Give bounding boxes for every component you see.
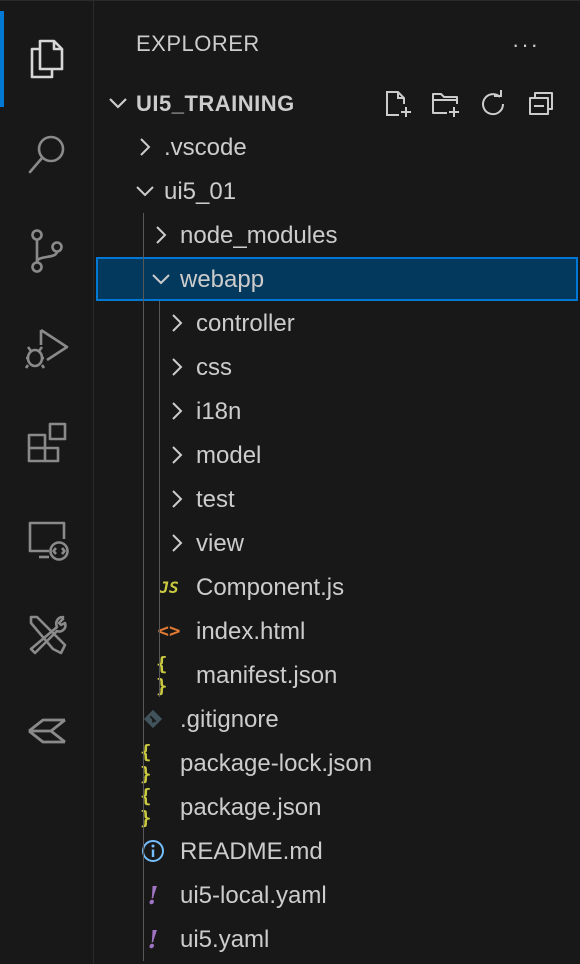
- tree-file-package-lock-json[interactable]: { } package-lock.json: [96, 741, 578, 785]
- tree-item-label: package-lock.json: [180, 750, 373, 777]
- new-file-button[interactable]: [380, 87, 414, 121]
- tree-folder-controller[interactable]: controller: [96, 301, 578, 345]
- remote-explorer-icon: [28, 521, 69, 561]
- tools-icon: [29, 615, 67, 655]
- refresh-icon: [482, 90, 505, 116]
- chevron-down-icon: [136, 186, 154, 197]
- tree-item-label: controller: [196, 310, 295, 337]
- workspace-header[interactable]: UI5_TRAINING: [94, 81, 580, 125]
- tree-item-label: webapp: [180, 266, 265, 293]
- activity-source-control[interactable]: [0, 203, 94, 299]
- tree-file-index-html[interactable]: <> index.html: [96, 609, 578, 653]
- extensions-icon: [27, 422, 67, 463]
- tree-file-readme-md[interactable]: README.md: [96, 829, 578, 873]
- chevron-right-icon: [172, 490, 183, 508]
- tree-folder-css[interactable]: css: [96, 345, 578, 389]
- tree-item-label: i18n: [196, 398, 242, 425]
- activity-search[interactable]: [0, 107, 94, 203]
- tree-folder-vscode[interactable]: .vscode: [96, 125, 578, 169]
- chevron-right-icon: [156, 226, 167, 244]
- tree-file-package-json[interactable]: { } package.json: [96, 785, 578, 829]
- chevron-right-icon: [172, 358, 183, 376]
- tree-folder-webapp[interactable]: webapp: [96, 257, 578, 301]
- tree-item-label: ui5-local.yaml: [180, 882, 327, 909]
- collapse-all-icon: [529, 92, 553, 115]
- tree-item-label: .vscode: [164, 134, 247, 161]
- tree-item-label: view: [196, 530, 245, 557]
- new-file-icon: [386, 91, 411, 117]
- chevron-right-icon: [140, 138, 151, 156]
- chevron-right-icon: [172, 534, 183, 552]
- activity-fiori[interactable]: [0, 683, 94, 779]
- run-debug-icon: [24, 328, 69, 369]
- tree-item-label: ui5.yaml: [180, 926, 270, 953]
- source-control-icon: [31, 229, 63, 273]
- tree-item-label: index.html: [196, 618, 306, 645]
- tree-item-label: node_modules: [180, 222, 338, 249]
- tree-item-label: model: [196, 442, 262, 469]
- tree-item-label: manifest.json: [196, 662, 338, 689]
- tree-file-gitignore[interactable]: .gitignore: [96, 697, 578, 741]
- tree-file-manifest-json[interactable]: { } manifest.json: [96, 653, 578, 697]
- activity-bar: [0, 1, 94, 964]
- tree-folder-ui5-01[interactable]: ui5_01: [96, 169, 578, 213]
- activity-remote-explorer[interactable]: [0, 491, 94, 587]
- tree-item-label: Component.js: [196, 574, 345, 601]
- tree-item-label: README.md: [180, 838, 323, 865]
- workspace-title: UI5_TRAINING: [136, 91, 295, 116]
- collapse-all-button[interactable]: [524, 87, 558, 121]
- chevron-right-icon: [172, 402, 183, 420]
- more-actions-button[interactable]: ···: [506, 29, 546, 61]
- indent-guide: [159, 301, 160, 697]
- tree-item-label: ui5_01: [164, 178, 237, 205]
- tree-folder-node-modules[interactable]: node_modules: [96, 213, 578, 257]
- tree-folder-i18n[interactable]: i18n: [96, 389, 578, 433]
- activity-run-debug[interactable]: [0, 299, 94, 395]
- tree-folder-view[interactable]: view: [96, 521, 578, 565]
- chevron-right-icon: [172, 446, 183, 464]
- activity-explorer[interactable]: [0, 11, 94, 107]
- new-folder-button[interactable]: [428, 87, 462, 121]
- activity-tools[interactable]: [0, 587, 94, 683]
- activity-extensions[interactable]: [0, 395, 94, 491]
- chevron-right-icon: [172, 314, 183, 332]
- refresh-button[interactable]: [476, 87, 510, 121]
- chevron-down-icon: [109, 98, 127, 109]
- tree-folder-test[interactable]: test: [96, 477, 578, 521]
- fiori-icon: [28, 718, 66, 744]
- explorer-title: EXPLORER: [136, 31, 260, 56]
- search-icon: [28, 135, 65, 174]
- sidebar-header: EXPLORER ···: [94, 1, 580, 89]
- tree-file-component-js[interactable]: JS Component.js: [96, 565, 578, 609]
- tree-item-label: css: [196, 354, 232, 381]
- tree-item-label: test: [196, 486, 235, 513]
- tree-item-label: .gitignore: [180, 706, 279, 733]
- vscode-window: EXPLORER ··· UI5_TRAINING .vscode ui5_01…: [0, 0, 580, 964]
- tree-file-ui5-yaml[interactable]: ! ui5.yaml: [96, 917, 578, 961]
- indent-guide: [143, 213, 144, 961]
- chevron-down-icon: [152, 274, 170, 285]
- tree-item-label: package.json: [180, 794, 322, 821]
- tree-folder-model[interactable]: model: [96, 433, 578, 477]
- tree-file-ui5-local-yaml[interactable]: ! ui5-local.yaml: [96, 873, 578, 917]
- new-folder-icon: [432, 93, 459, 117]
- files-icon: [30, 39, 64, 79]
- explorer-sidebar: EXPLORER ··· UI5_TRAINING .vscode ui5_01…: [94, 1, 580, 964]
